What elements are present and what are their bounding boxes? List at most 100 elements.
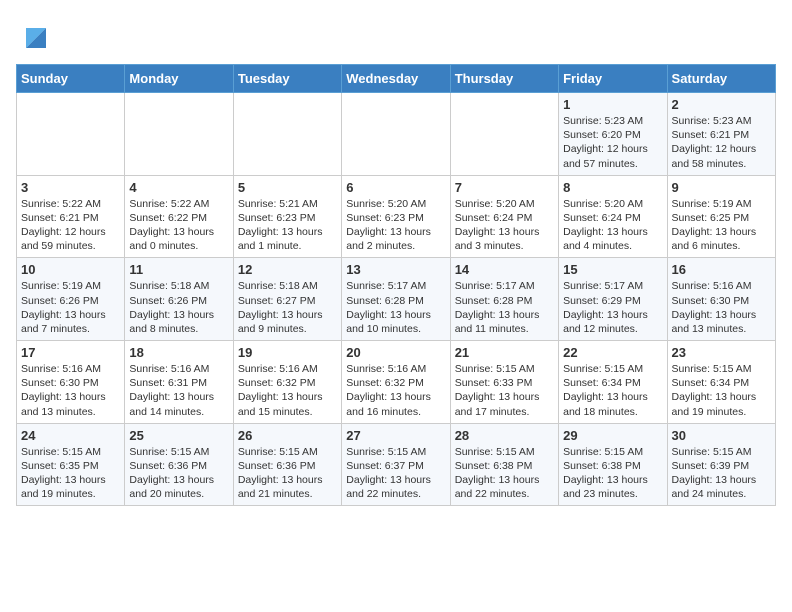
calendar-cell: 9 Sunrise: 5:19 AMSunset: 6:25 PMDaylight… — [667, 175, 775, 258]
cell-info: Sunrise: 5:19 AMSunset: 6:26 PMDaylight:… — [21, 279, 120, 336]
column-header-wednesday: Wednesday — [342, 65, 450, 93]
calendar-cell: 26Sunrise: 5:15 AMSunset: 6:36 PMDayligh… — [233, 423, 341, 506]
calendar-cell: 22 Sunrise: 5:15 AMSunset: 6:34 PMDayligh… — [559, 341, 667, 424]
day-number: 10 — [21, 262, 120, 277]
calendar-cell: 12 Sunrise: 5:18 AMSunset: 6:27 PMDayligh… — [233, 258, 341, 341]
logo — [16, 20, 54, 56]
calendar-cell: 24 Sunrise: 5:15 AMSunset: 6:35 PMDayligh… — [17, 423, 125, 506]
calendar-cell: 5 Sunrise: 5:21 AMSunset: 6:23 PMDaylight… — [233, 175, 341, 258]
cell-info: Sunrise: 5:20 AMSunset: 6:24 PMDaylight:… — [455, 197, 554, 254]
calendar-cell: 27 Sunrise: 5:15 AMSunset: 6:37 PMDayligh… — [342, 423, 450, 506]
day-number: 29 — [563, 428, 662, 443]
day-number: 3 — [21, 180, 120, 195]
calendar-cell: 6 Sunrise: 5:20 AMSunset: 6:23 PMDaylight… — [342, 175, 450, 258]
day-number: 8 — [563, 180, 662, 195]
column-header-monday: Monday — [125, 65, 233, 93]
day-number: 4 — [129, 180, 228, 195]
column-header-saturday: Saturday — [667, 65, 775, 93]
calendar-cell: 15 Sunrise: 5:17 AMSunset: 6:29 PMDayligh… — [559, 258, 667, 341]
day-number: 9 — [672, 180, 771, 195]
day-number: 25 — [129, 428, 228, 443]
day-number: 14 — [455, 262, 554, 277]
calendar-cell: 23Sunrise: 5:15 AMSunset: 6:34 PMDayligh… — [667, 341, 775, 424]
cell-info: Sunrise: 5:15 AMSunset: 6:38 PMDaylight:… — [455, 445, 554, 502]
cell-info: Sunrise: 5:17 AMSunset: 6:29 PMDaylight:… — [563, 279, 662, 336]
cell-info: Sunrise: 5:17 AMSunset: 6:28 PMDaylight:… — [455, 279, 554, 336]
calendar-cell — [233, 93, 341, 176]
calendar-cell — [450, 93, 558, 176]
day-number: 11 — [129, 262, 228, 277]
column-header-sunday: Sunday — [17, 65, 125, 93]
calendar-cell: 30Sunrise: 5:15 AMSunset: 6:39 PMDayligh… — [667, 423, 775, 506]
calendar-cell: 29 Sunrise: 5:15 AMSunset: 6:38 PMDayligh… — [559, 423, 667, 506]
calendar-cell: 4 Sunrise: 5:22 AMSunset: 6:22 PMDaylight… — [125, 175, 233, 258]
column-header-thursday: Thursday — [450, 65, 558, 93]
calendar-cell: 25 Sunrise: 5:15 AMSunset: 6:36 PMDayligh… — [125, 423, 233, 506]
calendar-cell: 1 Sunrise: 5:23 AMSunset: 6:20 PMDaylight… — [559, 93, 667, 176]
calendar-cell — [125, 93, 233, 176]
cell-info: Sunrise: 5:18 AMSunset: 6:27 PMDaylight:… — [238, 279, 337, 336]
cell-info: Sunrise: 5:16 AMSunset: 6:32 PMDaylight:… — [238, 362, 337, 419]
day-number: 7 — [455, 180, 554, 195]
calendar-cell: 21 Sunrise: 5:15 AMSunset: 6:33 PMDayligh… — [450, 341, 558, 424]
cell-info: Sunrise: 5:22 AMSunset: 6:22 PMDaylight:… — [129, 197, 228, 254]
calendar-week-row: 3 Sunrise: 5:22 AMSunset: 6:21 PMDaylight… — [17, 175, 776, 258]
cell-info: Sunrise: 5:15 AMSunset: 6:34 PMDaylight:… — [563, 362, 662, 419]
cell-info: Sunrise: 5:21 AMSunset: 6:23 PMDaylight:… — [238, 197, 337, 254]
cell-info: Sunrise: 5:23 AMSunset: 6:20 PMDaylight:… — [563, 114, 662, 171]
calendar-week-row: 10 Sunrise: 5:19 AMSunset: 6:26 PMDayligh… — [17, 258, 776, 341]
day-number: 17 — [21, 345, 120, 360]
cell-info: Sunrise: 5:22 AMSunset: 6:21 PMDaylight:… — [21, 197, 120, 254]
calendar-cell: 7 Sunrise: 5:20 AMSunset: 6:24 PMDaylight… — [450, 175, 558, 258]
cell-info: Sunrise: 5:15 AMSunset: 6:35 PMDaylight:… — [21, 445, 120, 502]
day-number: 15 — [563, 262, 662, 277]
day-number: 27 — [346, 428, 445, 443]
column-header-tuesday: Tuesday — [233, 65, 341, 93]
cell-info: Sunrise: 5:19 AMSunset: 6:25 PMDaylight:… — [672, 197, 771, 254]
cell-info: Sunrise: 5:15 AMSunset: 6:33 PMDaylight:… — [455, 362, 554, 419]
calendar-cell: 14 Sunrise: 5:17 AMSunset: 6:28 PMDayligh… — [450, 258, 558, 341]
calendar-cell: 8Sunrise: 5:20 AMSunset: 6:24 PMDaylight… — [559, 175, 667, 258]
day-number: 16 — [672, 262, 771, 277]
calendar-cell: 3 Sunrise: 5:22 AMSunset: 6:21 PMDaylight… — [17, 175, 125, 258]
day-number: 6 — [346, 180, 445, 195]
cell-info: Sunrise: 5:15 AMSunset: 6:36 PMDaylight:… — [129, 445, 228, 502]
cell-info: Sunrise: 5:15 AMSunset: 6:37 PMDaylight:… — [346, 445, 445, 502]
logo-icon — [18, 20, 54, 56]
cell-info: Sunrise: 5:16 AMSunset: 6:30 PMDaylight:… — [672, 279, 771, 336]
cell-info: Sunrise: 5:15 AMSunset: 6:34 PMDaylight:… — [672, 362, 771, 419]
day-number: 22 — [563, 345, 662, 360]
day-number: 12 — [238, 262, 337, 277]
day-number: 19 — [238, 345, 337, 360]
cell-info: Sunrise: 5:18 AMSunset: 6:26 PMDaylight:… — [129, 279, 228, 336]
cell-info: Sunrise: 5:16 AMSunset: 6:30 PMDaylight:… — [21, 362, 120, 419]
calendar-week-row: 1 Sunrise: 5:23 AMSunset: 6:20 PMDaylight… — [17, 93, 776, 176]
calendar-cell — [17, 93, 125, 176]
calendar-cell: 28 Sunrise: 5:15 AMSunset: 6:38 PMDayligh… — [450, 423, 558, 506]
day-number: 18 — [129, 345, 228, 360]
day-number: 28 — [455, 428, 554, 443]
day-number: 1 — [563, 97, 662, 112]
column-header-friday: Friday — [559, 65, 667, 93]
calendar-table: SundayMondayTuesdayWednesdayThursdayFrid… — [16, 64, 776, 506]
calendar-cell: 20 Sunrise: 5:16 AMSunset: 6:32 PMDayligh… — [342, 341, 450, 424]
calendar-cell: 17 Sunrise: 5:16 AMSunset: 6:30 PMDayligh… — [17, 341, 125, 424]
calendar-cell: 11 Sunrise: 5:18 AMSunset: 6:26 PMDayligh… — [125, 258, 233, 341]
day-number: 2 — [672, 97, 771, 112]
calendar-cell: 2Sunrise: 5:23 AMSunset: 6:21 PMDaylight… — [667, 93, 775, 176]
day-number: 24 — [21, 428, 120, 443]
day-number: 30 — [672, 428, 771, 443]
cell-info: Sunrise: 5:20 AMSunset: 6:23 PMDaylight:… — [346, 197, 445, 254]
cell-info: Sunrise: 5:16 AMSunset: 6:32 PMDaylight:… — [346, 362, 445, 419]
calendar-cell: 18 Sunrise: 5:16 AMSunset: 6:31 PMDayligh… — [125, 341, 233, 424]
cell-info: Sunrise: 5:15 AMSunset: 6:36 PMDaylight:… — [238, 445, 337, 502]
day-number: 20 — [346, 345, 445, 360]
cell-info: Sunrise: 5:16 AMSunset: 6:31 PMDaylight:… — [129, 362, 228, 419]
day-number: 21 — [455, 345, 554, 360]
calendar-cell: 16 Sunrise: 5:16 AMSunset: 6:30 PMDayligh… — [667, 258, 775, 341]
cell-info: Sunrise: 5:15 AMSunset: 6:38 PMDaylight:… — [563, 445, 662, 502]
day-number: 5 — [238, 180, 337, 195]
day-number: 13 — [346, 262, 445, 277]
calendar-week-row: 17 Sunrise: 5:16 AMSunset: 6:30 PMDayligh… — [17, 341, 776, 424]
page-header — [16, 16, 776, 56]
